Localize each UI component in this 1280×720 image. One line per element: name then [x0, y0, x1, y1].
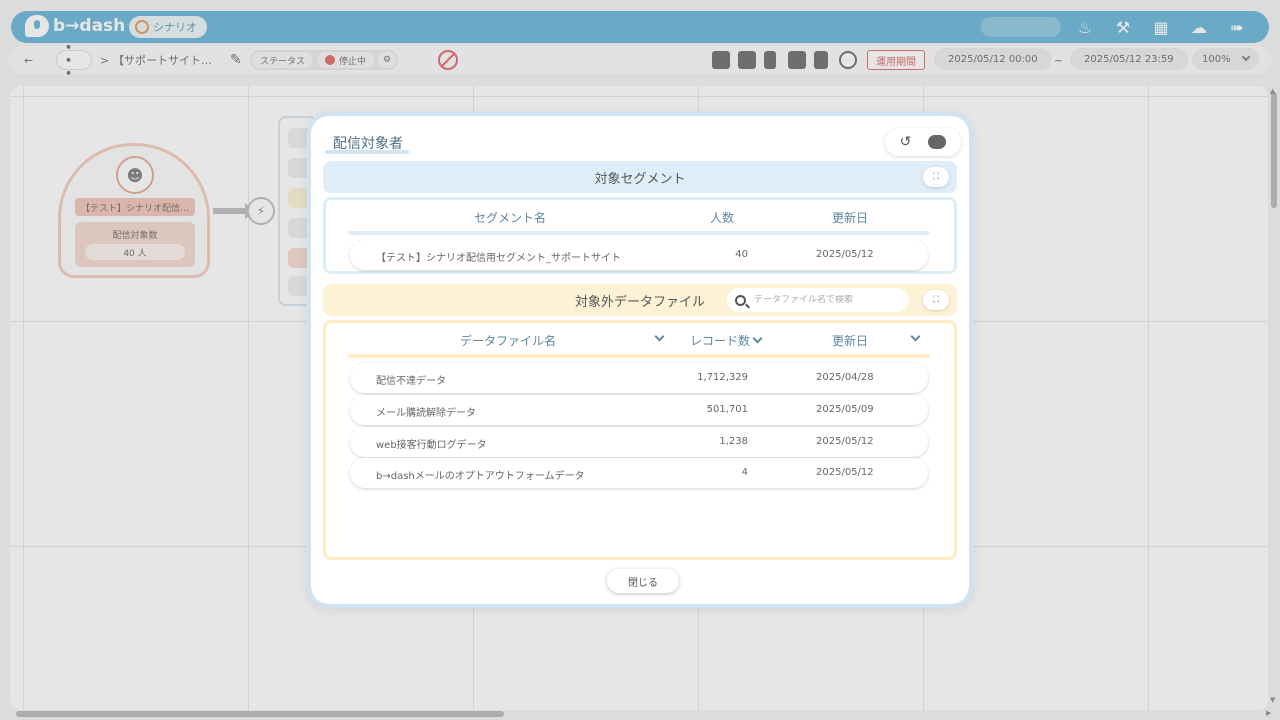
datafile-date: 2025/05/12	[816, 467, 874, 478]
col-datafile-name[interactable]: データファイル名	[460, 332, 556, 349]
table-row[interactable]: メール購読解除データ 501,701 2025/05/09	[350, 395, 928, 425]
col-updated[interactable]: 更新日	[832, 332, 868, 349]
datafile-date: 2025/05/09	[816, 404, 874, 415]
segment-table: セグメント名 人数 更新日 【テスト】シナリオ配信用セグメント_サポートサイト …	[323, 197, 957, 274]
segment-section-header: 対象セグメント ⛶	[323, 161, 957, 193]
datafile-name: web接客行動ログデータ	[376, 440, 487, 451]
modal-header-actions: ↺	[885, 128, 961, 156]
expand-icon[interactable]: ⛶	[923, 290, 949, 310]
segment-name: 【テスト】シナリオ配信用セグメント_サポートサイト	[376, 253, 621, 264]
expand-icon[interactable]: ⛶	[923, 167, 949, 187]
segment-date: 2025/05/12	[816, 249, 874, 260]
table-row[interactable]: b→dashメールのオプトアウトフォームデータ 4 2025/05/12	[350, 458, 928, 488]
close-button[interactable]: 閉じる	[607, 569, 679, 593]
datafile-name: b→dashメールのオプトアウトフォームデータ	[376, 471, 585, 482]
datafile-name: メール購読解除データ	[376, 408, 476, 419]
history-icon[interactable]: ↺	[900, 134, 912, 150]
excluded-table: データファイル名 レコード数 更新日 配信不達データ 1,712,329 202…	[323, 320, 957, 560]
datafile-count: 1,712,329	[697, 372, 748, 383]
header-divider	[348, 354, 930, 358]
table-row[interactable]: 配信不達データ 1,712,329 2025/04/28	[350, 363, 928, 393]
robot-assistant-icon[interactable]	[928, 135, 947, 149]
col-count: 人数	[710, 211, 735, 225]
datafile-count: 1,238	[719, 436, 748, 447]
chevron-down-icon[interactable]	[910, 331, 921, 342]
col-segment-name: セグメント名	[474, 211, 547, 225]
datafile-date: 2025/04/28	[816, 372, 874, 383]
datafile-count: 4	[741, 467, 748, 478]
search-icon	[735, 294, 746, 306]
col-record-count[interactable]: レコード数	[690, 332, 763, 349]
excluded-section-header: 対象外データファイル ⛶	[323, 284, 957, 316]
chevron-down-icon[interactable]	[654, 331, 665, 342]
chevron-down-icon	[752, 333, 763, 344]
table-row[interactable]: 【テスト】シナリオ配信用セグメント_サポートサイト 40 2025/05/12	[350, 240, 928, 270]
excluded-section-title: 対象外データファイル	[575, 294, 706, 310]
search-input[interactable]	[754, 295, 894, 305]
datafile-count: 501,701	[706, 404, 748, 415]
segment-count: 40	[735, 249, 748, 260]
table-row[interactable]: web接客行動ログデータ 1,238 2025/05/12	[350, 427, 928, 457]
target-audience-modal: 配信対象者 ↺ 対象セグメント ⛶ セグメント名 人数 更新日 【テスト】シナリ…	[307, 112, 973, 608]
col-record-count-label: レコード数	[690, 334, 751, 348]
header-divider	[348, 231, 930, 235]
datafile-search	[727, 288, 909, 312]
title-underline	[325, 150, 409, 154]
segment-section-title: 対象セグメント	[594, 171, 686, 187]
datafile-name: 配信不達データ	[376, 376, 446, 387]
datafile-date: 2025/05/12	[816, 436, 874, 447]
col-updated: 更新日	[832, 211, 869, 225]
